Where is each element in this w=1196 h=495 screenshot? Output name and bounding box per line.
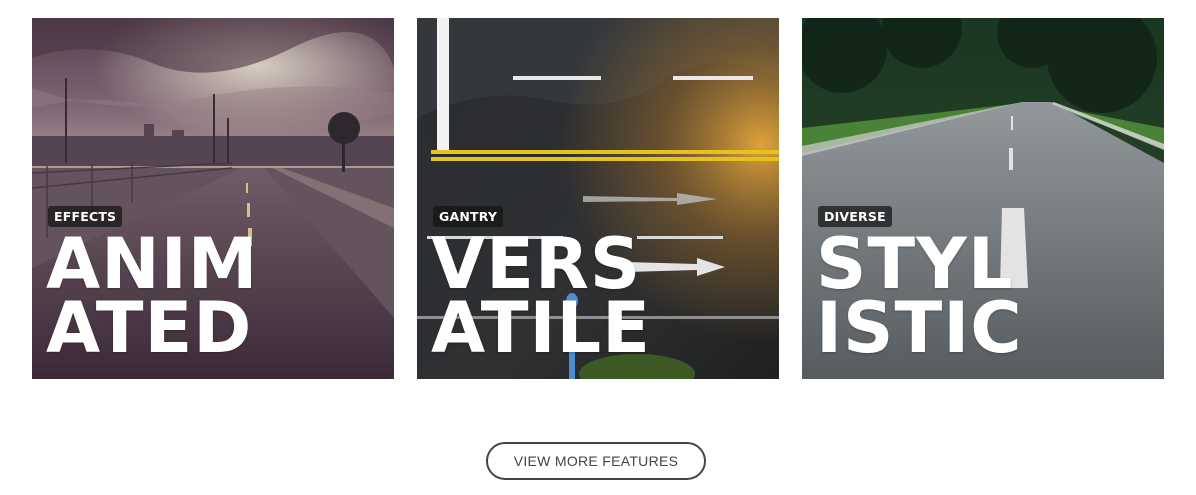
feature-card-versatile[interactable]: GANTRY VERS ATILE <box>417 18 779 379</box>
card-heading: ANIM ATED <box>46 229 258 369</box>
card-heading-line-2: ATILE <box>431 287 651 369</box>
card-heading-line-2: ISTIC <box>816 287 1023 369</box>
feature-card-animated[interactable]: EFFECTS ANIM ATED <box>32 18 394 379</box>
view-more-features-button[interactable]: VIEW MORE FEATURES <box>486 442 706 480</box>
card-heading-line-2: ATED <box>46 287 253 369</box>
card-heading: VERS ATILE <box>431 229 651 369</box>
feature-card-stylistic[interactable]: DIVERSE STYL ISTIC <box>802 18 1164 379</box>
card-heading: STYL ISTIC <box>816 229 1023 369</box>
